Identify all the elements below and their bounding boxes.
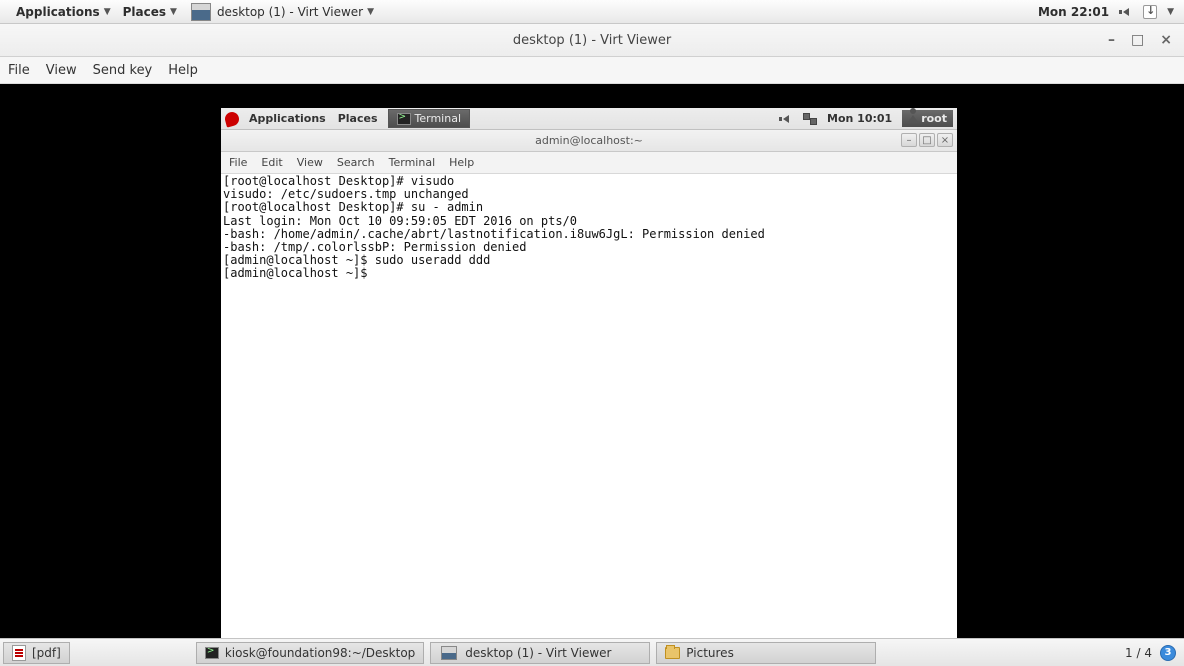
terminal-titlebar[interactable]: admin@localhost:~ – □ × <box>221 130 957 152</box>
host-task-virtviewer[interactable]: desktop (1) - Virt Viewer <box>430 642 650 664</box>
host-task-pdf[interactable]: [pdf] <box>3 642 70 664</box>
window-thumb-icon <box>191 3 211 21</box>
terminal-icon <box>397 113 411 125</box>
chevron-down-icon[interactable]: ▼ <box>1167 7 1174 17</box>
virt-viewer-window: desktop (1) - Virt Viewer – □ × File Vie… <box>0 24 1184 638</box>
host-panel-window-button[interactable]: desktop (1) - Virt Viewer ▼ <box>183 3 380 21</box>
window-close-button[interactable]: × <box>1160 32 1172 48</box>
terminal-close-button[interactable]: × <box>937 133 953 147</box>
terminal-title-text: admin@localhost:~ <box>535 134 643 147</box>
guest-top-panel: Applications Places Terminal Mon 10:01 r… <box>221 108 957 130</box>
host-task-pdf-label: [pdf] <box>32 646 61 660</box>
virt-menu-view[interactable]: View <box>46 63 77 78</box>
terminal-icon <box>205 647 219 659</box>
host-bottom-panel: [pdf] kiosk@foundation98:~/Desktop deskt… <box>0 638 1184 666</box>
term-menu-help[interactable]: Help <box>449 156 474 169</box>
host-notification-badge[interactable]: 3 <box>1160 645 1176 661</box>
guest-menu-applications[interactable]: Applications <box>243 112 332 125</box>
terminal-maximize-button[interactable]: □ <box>919 133 935 147</box>
virt-menu-file[interactable]: File <box>8 63 30 78</box>
term-menu-view[interactable]: View <box>297 156 323 169</box>
virt-menu-help[interactable]: Help <box>168 63 198 78</box>
host-workspace-indicator[interactable]: 1 / 4 <box>1125 646 1152 660</box>
folder-icon <box>665 647 680 659</box>
host-task-terminal-label: kiosk@foundation98:~/Desktop <box>225 646 415 660</box>
guest-menu-places[interactable]: Places <box>332 112 384 125</box>
host-menu-places-label: Places <box>123 5 166 19</box>
redhat-logo-icon <box>223 110 240 127</box>
network-icon[interactable] <box>803 112 817 126</box>
window-minimize-button[interactable]: – <box>1108 32 1115 48</box>
chevron-down-icon: ▼ <box>367 7 374 17</box>
window-thumb-icon <box>441 646 457 660</box>
host-task-virtviewer-label: desktop (1) - Virt Viewer <box>465 646 611 660</box>
chevron-down-icon: ▼ <box>170 7 177 17</box>
window-maximize-button[interactable]: □ <box>1131 32 1144 48</box>
volume-icon[interactable] <box>1119 5 1133 19</box>
guest-panel-task-terminal[interactable]: Terminal <box>388 109 471 128</box>
term-menu-edit[interactable]: Edit <box>261 156 282 169</box>
update-icon[interactable] <box>1143 5 1157 19</box>
letterbox-left <box>0 108 221 660</box>
volume-icon[interactable] <box>779 112 793 126</box>
letterbox-right <box>957 108 1184 660</box>
virt-titlebar[interactable]: desktop (1) - Virt Viewer – □ × <box>0 24 1184 57</box>
guest-user-label: root <box>921 112 947 125</box>
host-menu-places[interactable]: Places ▼ <box>117 5 183 19</box>
user-icon <box>908 115 918 122</box>
host-task-pictures-label: Pictures <box>686 646 734 660</box>
host-clock[interactable]: Mon 22:01 <box>1038 5 1109 19</box>
guest-desktop: Applications Places Terminal Mon 10:01 r… <box>221 108 957 660</box>
terminal-body[interactable]: [root@localhost Desktop]# visudo visudo:… <box>221 174 957 638</box>
pdf-icon <box>12 645 26 661</box>
host-panel-window-label: desktop (1) - Virt Viewer <box>217 5 363 19</box>
guest-panel-task-label: Terminal <box>415 112 462 125</box>
virt-menubar: File View Send key Help <box>0 57 1184 84</box>
terminal-menubar: File Edit View Search Terminal Help <box>221 152 957 174</box>
term-menu-file[interactable]: File <box>229 156 247 169</box>
host-menu-applications-label: Applications <box>16 5 100 19</box>
guest-user-menu[interactable]: root <box>902 110 953 127</box>
guest-clock[interactable]: Mon 10:01 <box>827 112 892 125</box>
virt-menu-sendkey[interactable]: Send key <box>93 63 153 78</box>
host-task-terminal[interactable]: kiosk@foundation98:~/Desktop <box>196 642 424 664</box>
term-menu-search[interactable]: Search <box>337 156 375 169</box>
host-menu-applications[interactable]: Applications ▼ <box>6 5 117 19</box>
host-task-pictures[interactable]: Pictures <box>656 642 876 664</box>
chevron-down-icon: ▼ <box>104 7 111 17</box>
term-menu-terminal[interactable]: Terminal <box>389 156 436 169</box>
host-top-panel: Applications ▼ Places ▼ desktop (1) - Vi… <box>0 0 1184 24</box>
virt-title-text: desktop (1) - Virt Viewer <box>513 33 671 48</box>
terminal-minimize-button[interactable]: – <box>901 133 917 147</box>
